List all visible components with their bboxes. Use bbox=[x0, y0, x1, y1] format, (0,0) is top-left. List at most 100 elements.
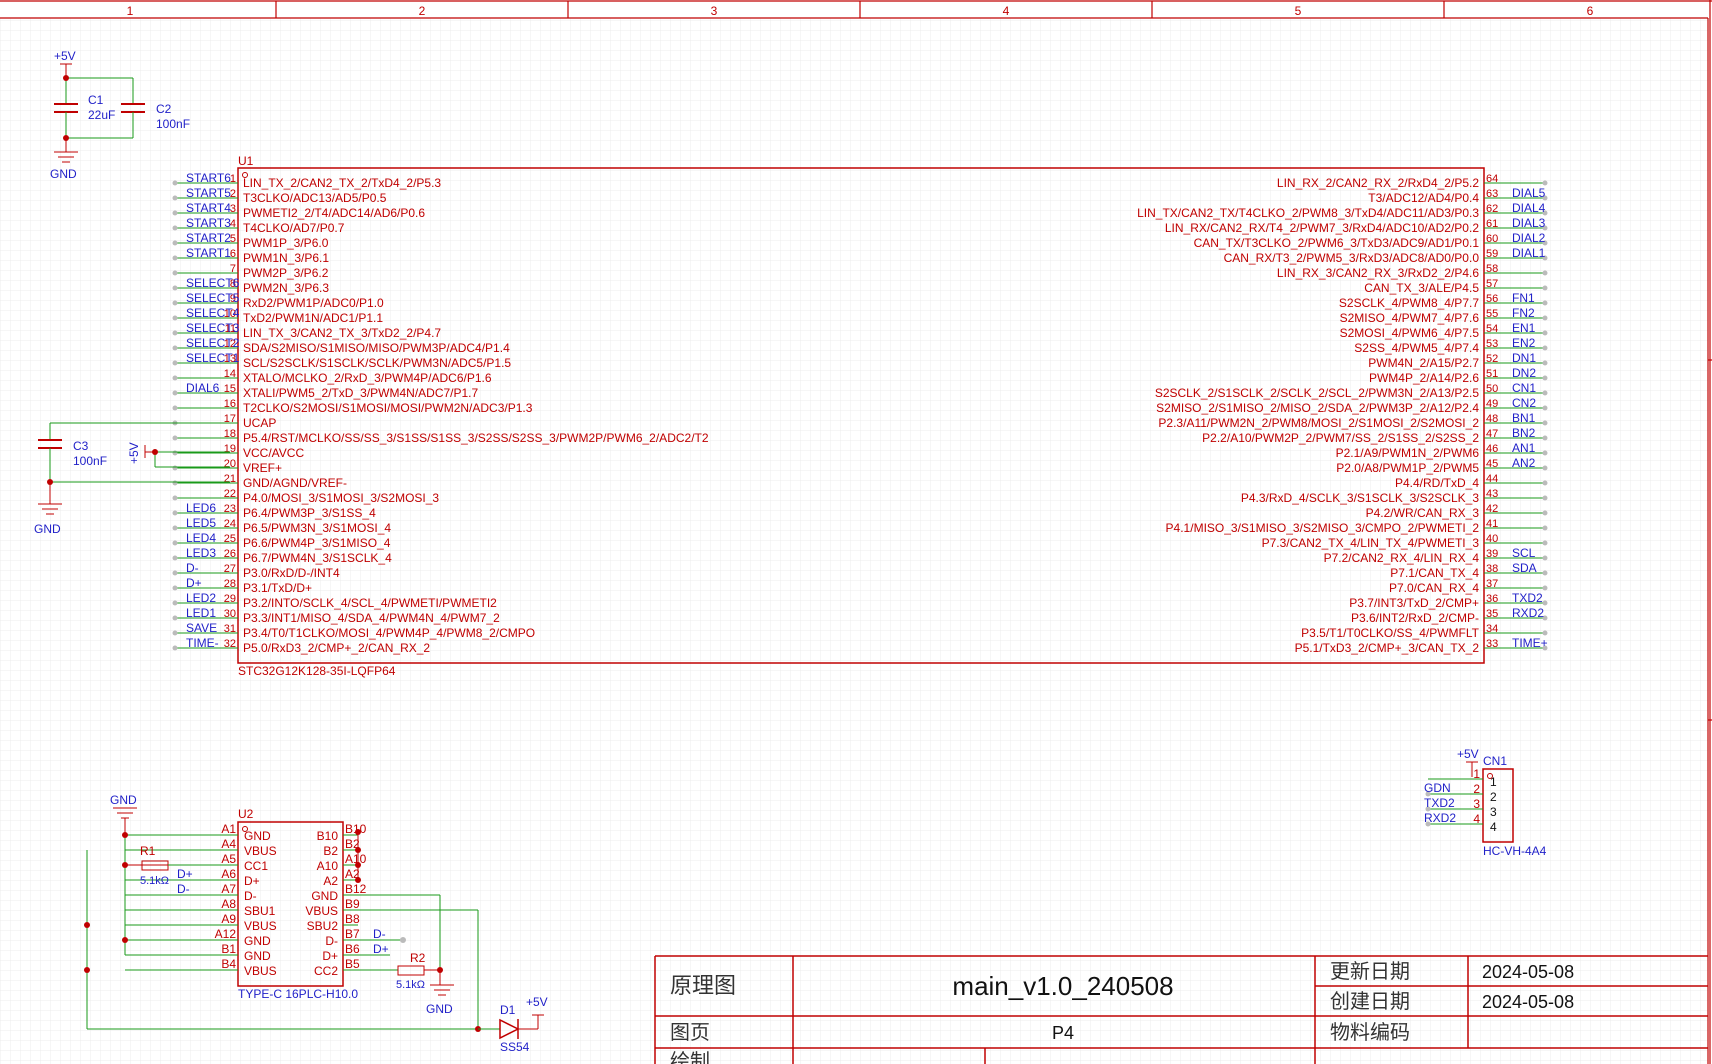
pin-end bbox=[172, 300, 178, 306]
gnd-label-r2: GND bbox=[426, 1002, 453, 1016]
pin-number: A4 bbox=[221, 837, 236, 851]
c1-value: 22uF bbox=[88, 108, 115, 122]
net-label: LED3 bbox=[186, 546, 216, 560]
pin-number: 7 bbox=[230, 263, 236, 275]
pin-end bbox=[1542, 480, 1548, 486]
net-label: FN2 bbox=[1512, 306, 1535, 320]
pin-number: 57 bbox=[1486, 278, 1498, 290]
title-block-update-label: 更新日期 bbox=[1330, 960, 1410, 983]
c1-ref: C1 bbox=[88, 93, 104, 107]
pin-number: 27 bbox=[224, 563, 236, 575]
net-label: SAVE bbox=[186, 621, 217, 635]
pin-end bbox=[1542, 345, 1548, 351]
pin-name: VREF+ bbox=[243, 461, 282, 475]
pin-end bbox=[172, 315, 178, 321]
pin-end bbox=[1542, 270, 1548, 276]
schematic-sheet: 123456 +5V C1 22uF C2 100nF GND U1 STC32… bbox=[0, 0, 1712, 1064]
power-label-5v: +5V bbox=[54, 49, 76, 63]
net-label: SELECT3 bbox=[186, 321, 240, 335]
gnd-label-u2: GND bbox=[110, 793, 137, 807]
pin-name: XTALI/PWM5_2/TxD_3/PWM4N/ADC7/P1.7 bbox=[243, 386, 479, 400]
pin-name: T3/ADC12/AD4/P0.4 bbox=[1368, 191, 1479, 205]
pin-name: LIN_TX_2/CAN2_TX_2/TxD4_2/P5.3 bbox=[243, 176, 441, 190]
pin-end bbox=[172, 270, 178, 276]
net-label: TIME+ bbox=[1512, 636, 1548, 650]
net-label: TXD2 bbox=[1424, 796, 1455, 810]
net-label: BN2 bbox=[1512, 426, 1536, 440]
pin-number: 22 bbox=[224, 488, 236, 500]
pin-number: 29 bbox=[224, 593, 236, 605]
pin-name: SCL/S2SCLK/S1SCLK/SCLK/PWM3N/ADC5/P1.5 bbox=[243, 356, 511, 370]
pin-name: LIN_RX/CAN2_RX/T4_2/PWM7_3/RxD4/ADC10/AD… bbox=[1165, 221, 1479, 235]
pin-name: D- bbox=[244, 889, 257, 903]
pin-name: P3.1/TxD/D+ bbox=[243, 581, 312, 595]
pin-name: PWM2N_3/P6.3 bbox=[243, 281, 329, 295]
title-block-title: main_v1.0_240508 bbox=[952, 971, 1173, 1001]
pin-end bbox=[172, 390, 178, 396]
pin-name: PWM4N_2/A15/P2.7 bbox=[1368, 356, 1479, 370]
net-label: SCL bbox=[1512, 546, 1536, 560]
net-label: GDN bbox=[1424, 781, 1451, 795]
pin-end bbox=[1542, 600, 1548, 606]
pin-end bbox=[172, 540, 178, 546]
pin-number: 51 bbox=[1486, 368, 1498, 380]
u1-part: STC32G12K128-35I-LQFP64 bbox=[238, 664, 396, 678]
pin-number: 41 bbox=[1486, 518, 1498, 530]
net-label: DN2 bbox=[1512, 366, 1536, 380]
net-label: EN2 bbox=[1512, 336, 1536, 350]
pin-name: PWM1N_3/P6.1 bbox=[243, 251, 329, 265]
pin-name: XTALO/MCLKO_2/RxD_3/PWM4P/ADC6/P1.6 bbox=[243, 371, 492, 385]
pin-end bbox=[172, 600, 178, 606]
gnd-label-top: GND bbox=[50, 167, 77, 181]
net-label: D+ bbox=[186, 576, 202, 590]
net-label-dplus-u2: D+ bbox=[177, 867, 193, 881]
column-label: 2 bbox=[419, 4, 426, 18]
pin-number: 58 bbox=[1486, 263, 1498, 275]
pin-end bbox=[172, 255, 178, 261]
pin-number: 55 bbox=[1486, 308, 1498, 320]
pin-number: B4 bbox=[221, 957, 236, 971]
pin-name: P7.1/CAN_TX_4 bbox=[1390, 566, 1479, 580]
u2-part: TYPE-C 16PLC-H10.0 bbox=[238, 987, 358, 1001]
column-label: 5 bbox=[1295, 4, 1302, 18]
column-label: 3 bbox=[711, 4, 718, 18]
pin-name: B2 bbox=[323, 844, 338, 858]
pin-number: B1 bbox=[221, 942, 236, 956]
pin-number: 20 bbox=[224, 458, 236, 470]
pin-end bbox=[1542, 300, 1548, 306]
pin-end bbox=[172, 510, 178, 516]
net-label: DN1 bbox=[1512, 351, 1536, 365]
pin-number: 56 bbox=[1486, 293, 1498, 305]
pin-name: T2CLKO/S2MOSI/S1MOSI/MOSI/PWM2N/ADC3/P1.… bbox=[243, 401, 533, 415]
pin-name: CAN_TX_3/ALE/P4.5 bbox=[1364, 281, 1479, 295]
pin-number: 48 bbox=[1486, 413, 1498, 425]
net-label: TXD2 bbox=[1512, 591, 1543, 605]
pin-number: A7 bbox=[221, 882, 236, 896]
pin-inner-number: 2 bbox=[1490, 790, 1497, 804]
net-label-dplus-b6: D+ bbox=[373, 942, 389, 956]
pin-end bbox=[172, 180, 178, 186]
c3-ref: C3 bbox=[73, 439, 89, 453]
pin-name: PWMETI2_2/T4/ADC14/AD6/P0.6 bbox=[243, 206, 425, 220]
pin-name: PWM2P_3/P6.2 bbox=[243, 266, 329, 280]
pin-name: P6.7/PWM4N_3/S1SCLK_4 bbox=[243, 551, 392, 565]
pin-name: GND bbox=[244, 829, 271, 843]
pin-number: 25 bbox=[224, 533, 236, 545]
pin-end bbox=[172, 435, 178, 441]
pin-number: 42 bbox=[1486, 503, 1498, 515]
pin-number: 36 bbox=[1486, 593, 1498, 605]
net-label: LED4 bbox=[186, 531, 216, 545]
net-label: CN1 bbox=[1512, 381, 1536, 395]
r1-value: 5.1kΩ bbox=[140, 875, 169, 887]
net-label: D- bbox=[186, 561, 199, 575]
pin-name: SBU2 bbox=[307, 919, 339, 933]
title-block-material-label: 物料编码 bbox=[1330, 1021, 1410, 1044]
pin-number: 26 bbox=[224, 548, 236, 560]
pin-end bbox=[172, 330, 178, 336]
pin-number: 38 bbox=[1486, 563, 1498, 575]
pin-inner-number: 1 bbox=[1490, 775, 1497, 789]
pin-end bbox=[1542, 315, 1548, 321]
pin-end bbox=[172, 630, 178, 636]
net-label: LED2 bbox=[186, 591, 216, 605]
pin-name: P4.4/RD/TxD_4 bbox=[1395, 476, 1479, 490]
